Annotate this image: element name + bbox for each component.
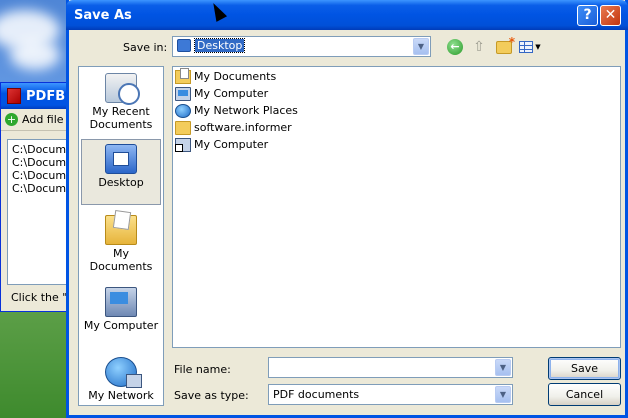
file-item[interactable]: My Computer [175,85,268,102]
place-label: My Documents [89,247,153,273]
save-as-type-value: PDF documents [273,388,360,401]
save-in-dropdown[interactable]: Desktop ▼ [172,36,431,57]
place-label: Desktop [98,176,144,189]
place-my-network[interactable]: My Network [81,353,161,405]
place-desktop[interactable]: Desktop [81,139,161,205]
my-computer-icon [105,287,137,317]
views-icon [519,41,534,53]
place-label: My Computer [83,319,159,332]
my-computer-icon [175,86,191,101]
network-places-icon [175,103,191,118]
up-folder-icon: ⇧ [473,39,485,55]
place-label: My Recent Documents [89,105,153,131]
chevron-down-icon[interactable]: ▼ [495,359,511,376]
up-folder-button[interactable]: ⇧ [469,38,489,56]
file-name-input[interactable] [269,358,492,377]
list-item[interactable]: C:\Documents [12,143,78,156]
save-as-type-dropdown[interactable]: PDF documents ▼ [268,384,513,405]
file-name: My Documents [194,70,277,83]
pdf-app-icon [7,88,21,104]
add-icon: + [5,113,18,126]
desktop-cloud [10,40,60,70]
save-in-label: Save in: [123,41,168,54]
shortcut-icon [175,137,191,152]
file-name-label: File name: [174,363,231,376]
dialog-title: Save As [74,7,132,23]
desktop-icon [105,144,137,174]
desktop-icon [177,39,191,52]
save-button[interactable]: Save [548,357,621,380]
file-name-combo[interactable]: ▼ [268,357,513,378]
file-name: My Computer [194,138,269,151]
file-item[interactable]: My Documents [175,67,277,85]
views-menu-button[interactable]: ▼ [517,38,543,56]
my-network-icon [105,357,142,388]
file-item[interactable]: software.informer [175,119,292,136]
list-item[interactable]: C:\Documents [12,156,78,169]
new-folder-button[interactable] [493,35,515,56]
chevron-down-icon[interactable]: ▼ [413,38,429,55]
list-item[interactable]: C:\Documents [12,182,78,195]
help-button[interactable]: ? [577,5,598,26]
cancel-button[interactable]: Cancel [548,383,621,406]
file-name: My Computer [194,87,269,100]
save-as-dialog: Save As ? ✕ Save in: Desktop ▼ ← ⇧ ▼ My … [66,0,628,418]
my-documents-icon [105,215,137,245]
dialog-titlebar[interactable]: Save As ? ✕ [66,0,628,30]
folder-icon [175,120,191,135]
places-bar: My Recent Documents Desktop My Documents… [78,66,164,406]
place-my-documents[interactable]: My Documents [81,211,161,277]
my-documents-folder-icon [175,67,191,84]
file-list[interactable]: My Documents My Computer My Network Plac… [172,66,621,348]
place-my-computer[interactable]: My Computer [81,283,161,349]
save-as-type-label: Save as type: [174,389,249,402]
file-item[interactable]: My Computer [175,136,268,153]
list-item[interactable]: C:\Documents [12,169,78,182]
place-my-recent-documents[interactable]: My Recent Documents [81,69,161,135]
save-in-value: Desktop [193,38,246,53]
chevron-down-icon: ▼ [535,43,541,51]
recent-documents-icon [105,73,140,105]
new-folder-icon [496,35,515,54]
background-status-text: Click the "b [11,291,75,304]
add-file-button[interactable]: Add file [22,113,64,126]
close-button[interactable]: ✕ [600,5,621,26]
back-button[interactable]: ← [445,38,465,56]
place-label: My Network [88,389,154,402]
file-name: software.informer [194,121,292,134]
file-name: My Network Places [194,104,298,117]
file-item[interactable]: My Network Places [175,102,298,119]
chevron-down-icon[interactable]: ▼ [495,386,511,403]
back-arrow-icon: ← [447,39,463,55]
